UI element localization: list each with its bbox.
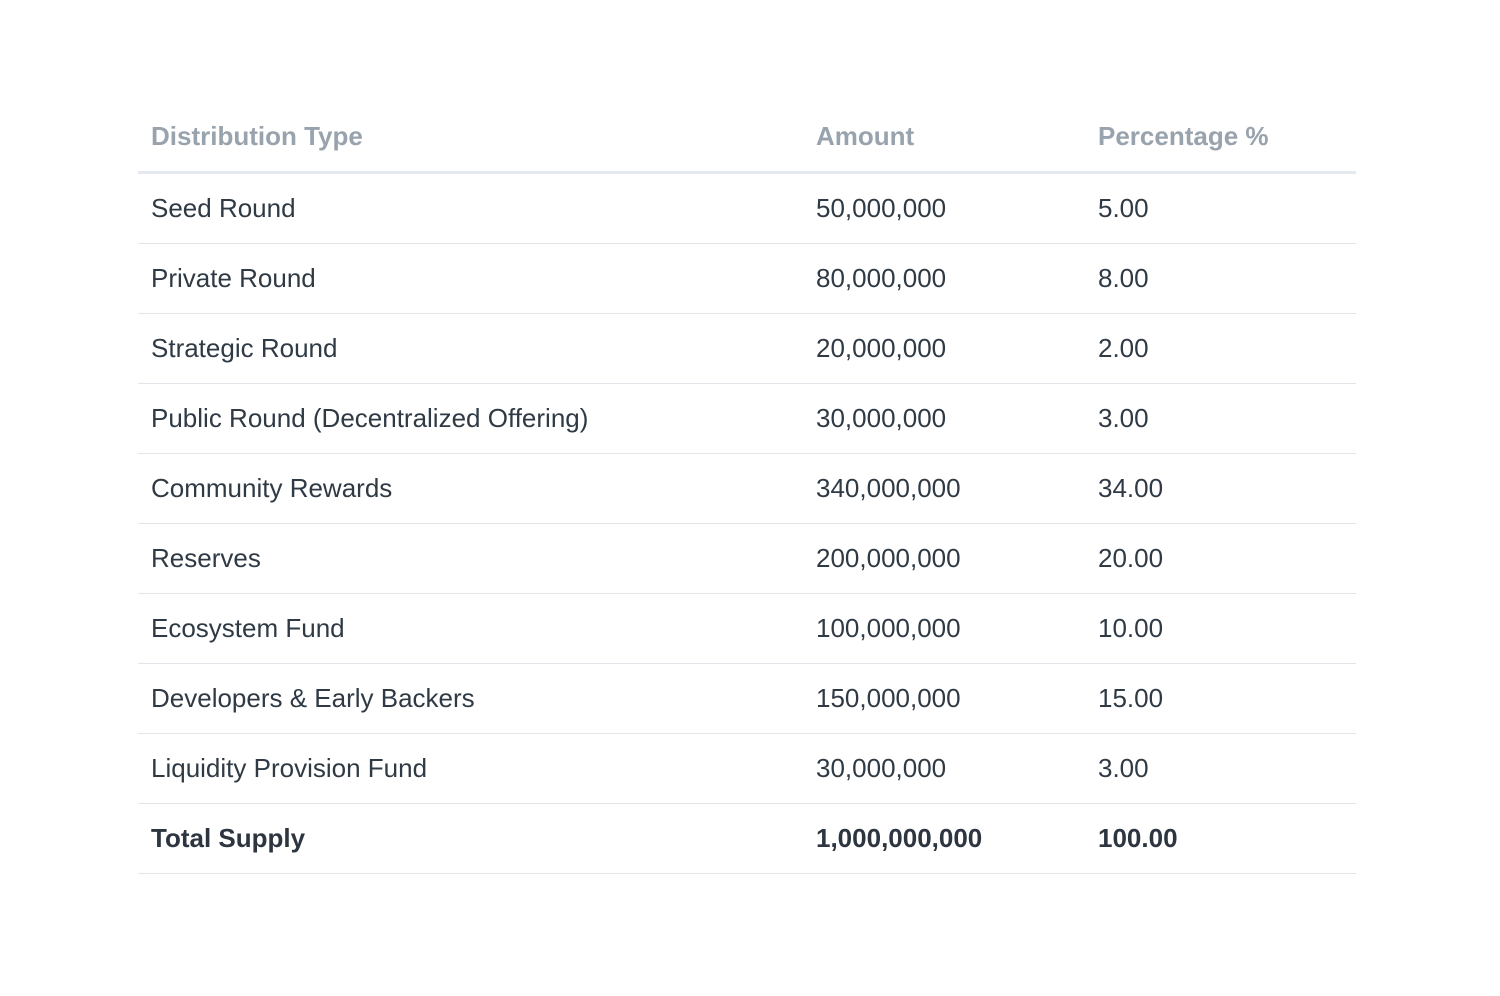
total-label-cell: Total Supply <box>138 803 803 874</box>
table-row: Liquidity Provision Fund 30,000,000 3.00 <box>138 733 1356 804</box>
distribution-type-cell: Seed Round <box>138 172 803 244</box>
percentage-cell: 34.00 <box>1085 453 1356 524</box>
distribution-table: Distribution Type Amount Percentage % Se… <box>138 102 1356 874</box>
table-row: Strategic Round 20,000,000 2.00 <box>138 313 1356 384</box>
distribution-type-cell: Public Round (Decentralized Offering) <box>138 383 803 454</box>
distribution-type-cell: Liquidity Provision Fund <box>138 733 803 804</box>
total-row: Total Supply 1,000,000,000 100.00 <box>138 803 1356 874</box>
amount-cell: 340,000,000 <box>803 453 1085 524</box>
table-row: Ecosystem Fund 100,000,000 10.00 <box>138 593 1356 664</box>
percentage-cell: 5.00 <box>1085 172 1356 244</box>
distribution-type-cell: Reserves <box>138 523 803 594</box>
amount-cell: 30,000,000 <box>803 383 1085 454</box>
distribution-type-cell: Community Rewards <box>138 453 803 524</box>
amount-cell: 50,000,000 <box>803 172 1085 244</box>
percentage-cell: 10.00 <box>1085 593 1356 664</box>
column-header-percentage: Percentage % <box>1085 102 1356 174</box>
table-row: Public Round (Decentralized Offering) 30… <box>138 383 1356 454</box>
percentage-cell: 3.00 <box>1085 733 1356 804</box>
amount-cell: 200,000,000 <box>803 523 1085 594</box>
distribution-type-cell: Ecosystem Fund <box>138 593 803 664</box>
amount-cell: 80,000,000 <box>803 243 1085 314</box>
percentage-cell: 15.00 <box>1085 663 1356 734</box>
percentage-cell: 20.00 <box>1085 523 1356 594</box>
table-body: Seed Round 50,000,000 5.00 Private Round… <box>138 172 1356 874</box>
header-row: Distribution Type Amount Percentage % <box>138 102 1356 174</box>
percentage-cell: 3.00 <box>1085 383 1356 454</box>
table-row: Private Round 80,000,000 8.00 <box>138 243 1356 314</box>
table-row: Community Rewards 340,000,000 34.00 <box>138 453 1356 524</box>
distribution-type-cell: Developers & Early Backers <box>138 663 803 734</box>
distribution-type-cell: Strategic Round <box>138 313 803 384</box>
table-row: Developers & Early Backers 150,000,000 1… <box>138 663 1356 734</box>
table-row: Reserves 200,000,000 20.00 <box>138 523 1356 594</box>
table-row: Seed Round 50,000,000 5.00 <box>138 172 1356 244</box>
distribution-table-container: Distribution Type Amount Percentage % Se… <box>138 102 1356 874</box>
amount-cell: 30,000,000 <box>803 733 1085 804</box>
distribution-type-cell: Private Round <box>138 243 803 314</box>
column-header-amount: Amount <box>803 102 1085 174</box>
percentage-cell: 2.00 <box>1085 313 1356 384</box>
total-percentage-cell: 100.00 <box>1085 803 1356 874</box>
amount-cell: 100,000,000 <box>803 593 1085 664</box>
amount-cell: 150,000,000 <box>803 663 1085 734</box>
amount-cell: 20,000,000 <box>803 313 1085 384</box>
percentage-cell: 8.00 <box>1085 243 1356 314</box>
table-header: Distribution Type Amount Percentage % <box>138 102 1356 174</box>
total-amount-cell: 1,000,000,000 <box>803 803 1085 874</box>
column-header-distribution-type: Distribution Type <box>138 102 803 174</box>
